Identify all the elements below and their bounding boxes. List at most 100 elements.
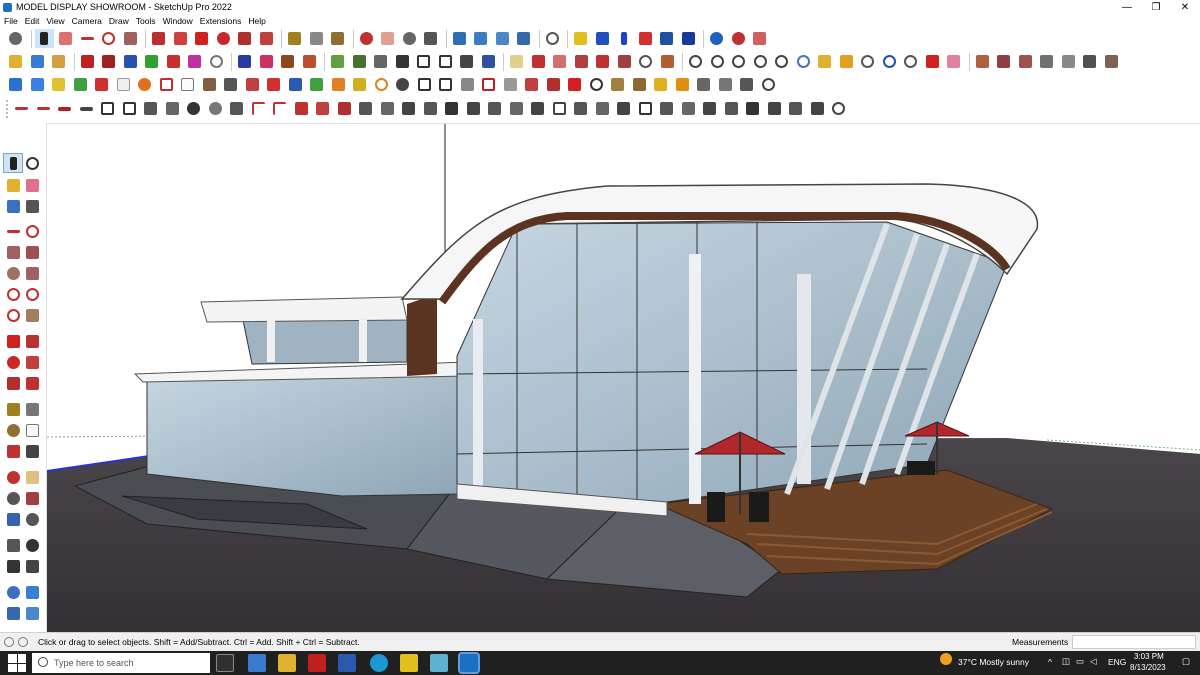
checker-icon[interactable] bbox=[608, 75, 627, 94]
measurements-input[interactable] bbox=[1072, 635, 1196, 649]
flip-icon[interactable] bbox=[657, 29, 676, 48]
ring-orange-icon[interactable] bbox=[372, 75, 391, 94]
undo-icon[interactable] bbox=[707, 29, 726, 48]
photoshop-icon[interactable] bbox=[338, 654, 356, 672]
gear-icon[interactable] bbox=[393, 75, 412, 94]
box-icon[interactable] bbox=[328, 52, 347, 71]
triangle-orange-icon[interactable] bbox=[329, 75, 348, 94]
menu-camera[interactable]: Camera bbox=[72, 16, 102, 26]
corner-b-icon[interactable] bbox=[270, 99, 289, 118]
menu-draw[interactable]: Draw bbox=[109, 16, 129, 26]
doc-icon[interactable] bbox=[178, 75, 197, 94]
louver-icon[interactable] bbox=[528, 99, 547, 118]
arc-tool-icon[interactable] bbox=[99, 29, 118, 48]
cross-blue-icon[interactable] bbox=[286, 75, 305, 94]
round-icon[interactable] bbox=[636, 52, 655, 71]
pan-icon[interactable] bbox=[378, 29, 397, 48]
blob-icon[interactable] bbox=[759, 75, 778, 94]
select-tool-icon[interactable] bbox=[34, 29, 54, 48]
hand-icon[interactable] bbox=[829, 99, 848, 118]
zoom-extents-icon[interactable] bbox=[6, 29, 25, 48]
add-detail-icon[interactable] bbox=[593, 52, 612, 71]
shed-icon[interactable] bbox=[436, 52, 455, 71]
section-side-2-icon[interactable] bbox=[23, 583, 41, 601]
rectangle-side-icon[interactable] bbox=[4, 243, 22, 261]
loop-3-icon[interactable] bbox=[729, 52, 748, 71]
spline-icon[interactable] bbox=[858, 52, 877, 71]
home-outline-icon[interactable] bbox=[414, 52, 433, 71]
vase-icon[interactable] bbox=[507, 99, 526, 118]
wave-red-icon[interactable] bbox=[335, 99, 354, 118]
front-view-icon[interactable] bbox=[49, 52, 68, 71]
shell-icon[interactable] bbox=[485, 99, 504, 118]
loop-1-icon[interactable] bbox=[686, 52, 705, 71]
protractor-icon[interactable] bbox=[4, 421, 22, 439]
restore-button[interactable]: ❐ bbox=[1141, 0, 1171, 14]
loop-5-icon[interactable] bbox=[772, 52, 791, 71]
geo-location-icon[interactable] bbox=[18, 637, 28, 647]
offset-tool-icon[interactable] bbox=[257, 29, 276, 48]
grid-icon[interactable] bbox=[815, 52, 834, 71]
triangle-yellow-icon[interactable] bbox=[350, 75, 369, 94]
orbit-side-icon[interactable] bbox=[4, 468, 22, 486]
slope-icon[interactable] bbox=[571, 99, 590, 118]
zoom-icon[interactable] bbox=[400, 29, 419, 48]
dots-red-icon[interactable] bbox=[243, 75, 262, 94]
network-icon[interactable]: ◫ bbox=[1062, 656, 1070, 667]
home-icon[interactable] bbox=[393, 52, 412, 71]
solid-tools-icon[interactable] bbox=[593, 29, 612, 48]
dimension-icon[interactable] bbox=[636, 29, 655, 48]
draw-chain-icon[interactable] bbox=[55, 99, 74, 118]
stair-2-icon[interactable] bbox=[378, 99, 397, 118]
arrows-icon[interactable] bbox=[23, 557, 41, 575]
zoom-window-side-icon[interactable] bbox=[23, 489, 41, 507]
box-red-icon[interactable] bbox=[522, 75, 541, 94]
joint-push-pull-icon[interactable] bbox=[479, 52, 498, 71]
zoom-extents-side-icon[interactable] bbox=[4, 510, 22, 528]
material-g-icon[interactable] bbox=[1102, 52, 1121, 71]
hex-icon[interactable] bbox=[436, 75, 455, 94]
model-viewport[interactable] bbox=[46, 123, 1200, 632]
clock-date[interactable]: 8/13/2023 bbox=[1130, 663, 1166, 672]
eraser-side-icon[interactable] bbox=[23, 176, 41, 194]
layers-side-icon[interactable] bbox=[4, 604, 22, 622]
info-icon[interactable] bbox=[4, 637, 14, 647]
fan-icon[interactable] bbox=[694, 75, 713, 94]
flatten-icon[interactable] bbox=[572, 52, 591, 71]
arch-icon[interactable] bbox=[421, 99, 440, 118]
section-display-icon[interactable] bbox=[23, 604, 41, 622]
chair-icon[interactable] bbox=[200, 75, 219, 94]
extrude-magenta-icon[interactable] bbox=[185, 52, 204, 71]
autocad-icon[interactable] bbox=[308, 654, 326, 672]
select-arrow-icon[interactable] bbox=[3, 153, 23, 173]
circle-icon[interactable] bbox=[4, 264, 22, 282]
draw-zigzag-icon[interactable] bbox=[77, 99, 96, 118]
eraser-icon[interactable] bbox=[56, 29, 75, 48]
section-plane-icon[interactable] bbox=[450, 29, 469, 48]
shape-c-icon[interactable] bbox=[278, 52, 297, 71]
sticky-notes-icon[interactable] bbox=[400, 654, 418, 672]
3d-text-icon[interactable] bbox=[23, 442, 41, 460]
tree-icon[interactable] bbox=[716, 75, 735, 94]
diamond-icon[interactable] bbox=[415, 75, 434, 94]
brush-icon[interactable] bbox=[23, 197, 41, 215]
weather-text[interactable]: 37°C Mostly sunny bbox=[958, 657, 1029, 667]
shape-blob-2-icon[interactable] bbox=[120, 99, 139, 118]
polygon-icon[interactable] bbox=[23, 264, 41, 282]
freehand-icon[interactable] bbox=[23, 222, 41, 240]
app-icon[interactable] bbox=[430, 654, 448, 672]
columns-icon[interactable] bbox=[700, 99, 719, 118]
plane-red-icon[interactable] bbox=[92, 75, 111, 94]
scale-side-icon[interactable] bbox=[4, 374, 22, 392]
shape-blob-icon[interactable] bbox=[98, 99, 117, 118]
calculator-icon[interactable] bbox=[248, 654, 266, 672]
section-fill-icon[interactable] bbox=[493, 29, 512, 48]
louver-2-icon[interactable] bbox=[765, 99, 784, 118]
pan-side-icon[interactable] bbox=[23, 468, 41, 486]
section-cut-icon[interactable] bbox=[471, 29, 490, 48]
menu-view[interactable]: View bbox=[46, 16, 64, 26]
close-button[interactable]: ✕ bbox=[1170, 0, 1200, 14]
menu-window[interactable]: Window bbox=[163, 16, 193, 26]
arrow-move-icon[interactable] bbox=[923, 52, 942, 71]
triangle-green-icon[interactable] bbox=[307, 75, 326, 94]
